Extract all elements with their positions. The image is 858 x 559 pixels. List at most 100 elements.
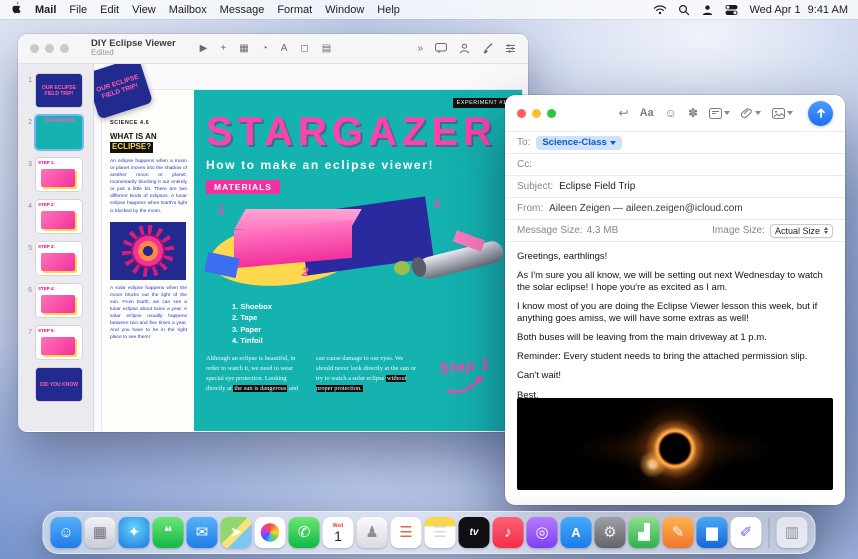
header-fields-button[interactable] bbox=[709, 108, 730, 119]
image-size-select[interactable]: Actual Size bbox=[770, 224, 833, 238]
inspector-icon[interactable] bbox=[505, 43, 516, 54]
menu-item-file[interactable]: File bbox=[69, 4, 87, 16]
comment-icon[interactable] bbox=[435, 43, 447, 54]
page-thumbnail-4[interactable]: 4STEP 2: bbox=[22, 200, 87, 233]
dock-icon-photos[interactable] bbox=[255, 517, 286, 548]
emoji-icon[interactable]: ☺ bbox=[665, 106, 677, 120]
menu-item-window[interactable]: Window bbox=[325, 4, 364, 16]
collaborate-icon[interactable] bbox=[459, 43, 470, 54]
zoom-button[interactable] bbox=[60, 44, 69, 53]
more-tools-icon[interactable]: » bbox=[417, 43, 423, 54]
dock-icon-launchpad[interactable]: ▦ bbox=[85, 517, 116, 548]
dock-icon-pages[interactable]: ✎ bbox=[663, 517, 694, 548]
zoom-button[interactable] bbox=[547, 109, 556, 118]
to-field[interactable]: To: Science-Class bbox=[505, 132, 845, 154]
undo-icon[interactable]: ↩ bbox=[619, 106, 629, 120]
menu-item-message[interactable]: Message bbox=[220, 4, 265, 16]
dock-icon-reminders[interactable]: ☰ bbox=[391, 517, 422, 548]
from-label: From: bbox=[517, 203, 543, 214]
page-thumbnail-5[interactable]: 5STEP 3: bbox=[22, 242, 87, 275]
dock-icon-messages[interactable]: ❝ bbox=[153, 517, 184, 548]
send-button[interactable] bbox=[808, 101, 833, 126]
dock-icon-podcasts[interactable]: ◎ bbox=[527, 517, 558, 548]
eclipse-photo-attachment[interactable] bbox=[517, 398, 833, 490]
insert-icon[interactable]: + bbox=[220, 43, 226, 54]
format-icon[interactable]: Aa bbox=[640, 107, 654, 119]
shape-icon[interactable]: ◻ bbox=[300, 43, 308, 54]
close-button[interactable] bbox=[517, 109, 526, 118]
message-body[interactable]: Greetings, earthlings!As I'm sure you al… bbox=[505, 242, 845, 398]
chart-icon[interactable]: ◔ bbox=[262, 43, 268, 54]
menu-item-edit[interactable]: Edit bbox=[100, 4, 119, 16]
minimize-button[interactable] bbox=[45, 44, 54, 53]
mail-header-fields: To: Science-Class Cc: Subject: Eclipse F… bbox=[505, 131, 845, 242]
page-thumbnail-6[interactable]: 6STEP 4: bbox=[22, 284, 87, 317]
apple-menu-icon[interactable] bbox=[10, 1, 22, 18]
menu-item-help[interactable]: Help bbox=[377, 4, 400, 16]
play-icon[interactable]: ▶ bbox=[200, 43, 208, 54]
menu-item-format[interactable]: Format bbox=[277, 4, 312, 16]
document-status: Edited bbox=[91, 49, 176, 58]
table-icon[interactable]: ▦ bbox=[239, 43, 248, 54]
format-brush-icon[interactable] bbox=[482, 43, 493, 54]
insert-media-button[interactable] bbox=[772, 108, 793, 119]
text-icon[interactable]: A bbox=[281, 43, 288, 54]
dock-icon-app-store[interactable]: A bbox=[561, 517, 592, 548]
subject-field[interactable]: Subject: Eclipse Field Trip bbox=[505, 176, 845, 198]
green-ball-shape bbox=[394, 261, 410, 275]
desktop: { "menu_bar": { "app_name": "Mail", "ite… bbox=[0, 0, 858, 559]
dock-icon-maps[interactable]: ➤ bbox=[221, 517, 252, 548]
menu-item-mailbox[interactable]: Mailbox bbox=[169, 4, 207, 16]
menu-time: 9:41 AM bbox=[808, 4, 848, 16]
what-is-heading: WHAT IS AN ECLIPSE? bbox=[110, 132, 187, 153]
dock-icon-trash[interactable]: ▥ bbox=[777, 517, 808, 548]
page-thumbnail-8[interactable]: DID YOU KNOW bbox=[22, 368, 87, 401]
control-center-icon[interactable] bbox=[725, 4, 738, 16]
dock-icon-freeform[interactable]: ✐ bbox=[731, 517, 762, 548]
wifi-icon[interactable] bbox=[653, 4, 667, 15]
dock-icon-calendar[interactable]: Wed1 bbox=[323, 517, 354, 548]
page-thumbnail-1[interactable]: 1OUR ECLIPSE FIELD TRIP! bbox=[22, 74, 87, 107]
pages-canvas[interactable]: OUR ECLIPSE FIELD TRIP! SCIENCE 4.6 WHAT… bbox=[94, 64, 528, 431]
dock-icon-safari[interactable]: ✦ bbox=[119, 517, 150, 548]
dock-icon-music[interactable]: ♪ bbox=[493, 517, 524, 548]
dock-icon-numbers[interactable]: ▟ bbox=[629, 517, 660, 548]
menu-item-view[interactable]: View bbox=[132, 4, 156, 16]
thumbnail-preview: DID YOU KNOW bbox=[36, 368, 82, 401]
search-icon[interactable] bbox=[678, 4, 690, 16]
menu-bar: Mail File Edit View Mailbox Message Format Win… bbox=[0, 0, 858, 19]
dock-icon-keynote[interactable]: ▆ bbox=[697, 517, 728, 548]
pages-window: DIY Eclipse Viewer Edited ▶ + ▦ ◔ A ◻ ▤ … bbox=[18, 34, 528, 432]
dock-icon-tv[interactable]: tv bbox=[459, 517, 490, 548]
dock-icon-finder[interactable]: ☺ bbox=[51, 517, 82, 548]
menu-app-name[interactable]: Mail bbox=[35, 4, 56, 16]
recipient-token[interactable]: Science-Class bbox=[536, 136, 621, 150]
media-icon[interactable]: ▤ bbox=[322, 43, 331, 54]
stargazer-poster[interactable]: SCIENCE 4.6 WHAT IS AN ECLIPSE? An eclip… bbox=[102, 90, 522, 431]
user-switcher-icon[interactable] bbox=[701, 4, 714, 16]
material-item: 1. Shoebox bbox=[232, 301, 512, 312]
page-thumbnail-2[interactable]: 2STARGAZER bbox=[22, 116, 87, 149]
dock-icon-facetime[interactable]: ✆ bbox=[289, 517, 320, 548]
dock-icon-contacts[interactable]: ♟ bbox=[357, 517, 388, 548]
body-paragraph: Reminder: Every student needs to bring t… bbox=[517, 351, 833, 363]
subject-label: Subject: bbox=[517, 181, 553, 192]
page-thumbnail-3[interactable]: 3STEP 1: bbox=[22, 158, 87, 191]
minimize-button[interactable] bbox=[532, 109, 541, 118]
menu-clock[interactable]: Wed Apr 1 9:41 AM bbox=[749, 4, 848, 16]
menu-left: Mail File Edit View Mailbox Message Format Win… bbox=[10, 1, 400, 18]
cc-field[interactable]: Cc: bbox=[505, 154, 845, 176]
close-button[interactable] bbox=[30, 44, 39, 53]
dock-icon-mail[interactable]: ✉ bbox=[187, 517, 218, 548]
page-number: 6 bbox=[22, 284, 32, 294]
dock-icon-notes[interactable]: ☰ bbox=[425, 517, 456, 548]
dock-icon-settings[interactable]: ⚙ bbox=[595, 517, 626, 548]
callout-1: 1 bbox=[218, 203, 225, 217]
dock: ☺▦✦❝✉➤✆Wed1♟☰☰tv♪◎A⚙▟✎▆✐▥ bbox=[43, 511, 816, 554]
attach-button[interactable] bbox=[741, 107, 761, 119]
eclipse-chip: ECLIPSE? bbox=[110, 142, 153, 152]
photo-browser-icon[interactable]: ✽ bbox=[688, 106, 698, 120]
token-chevron-icon bbox=[610, 141, 616, 145]
page-thumbnail-7[interactable]: 7STEP 5: bbox=[22, 326, 87, 359]
from-field[interactable]: From: Aileen Zeigen — aileen.zeigen@iclo… bbox=[505, 198, 845, 220]
